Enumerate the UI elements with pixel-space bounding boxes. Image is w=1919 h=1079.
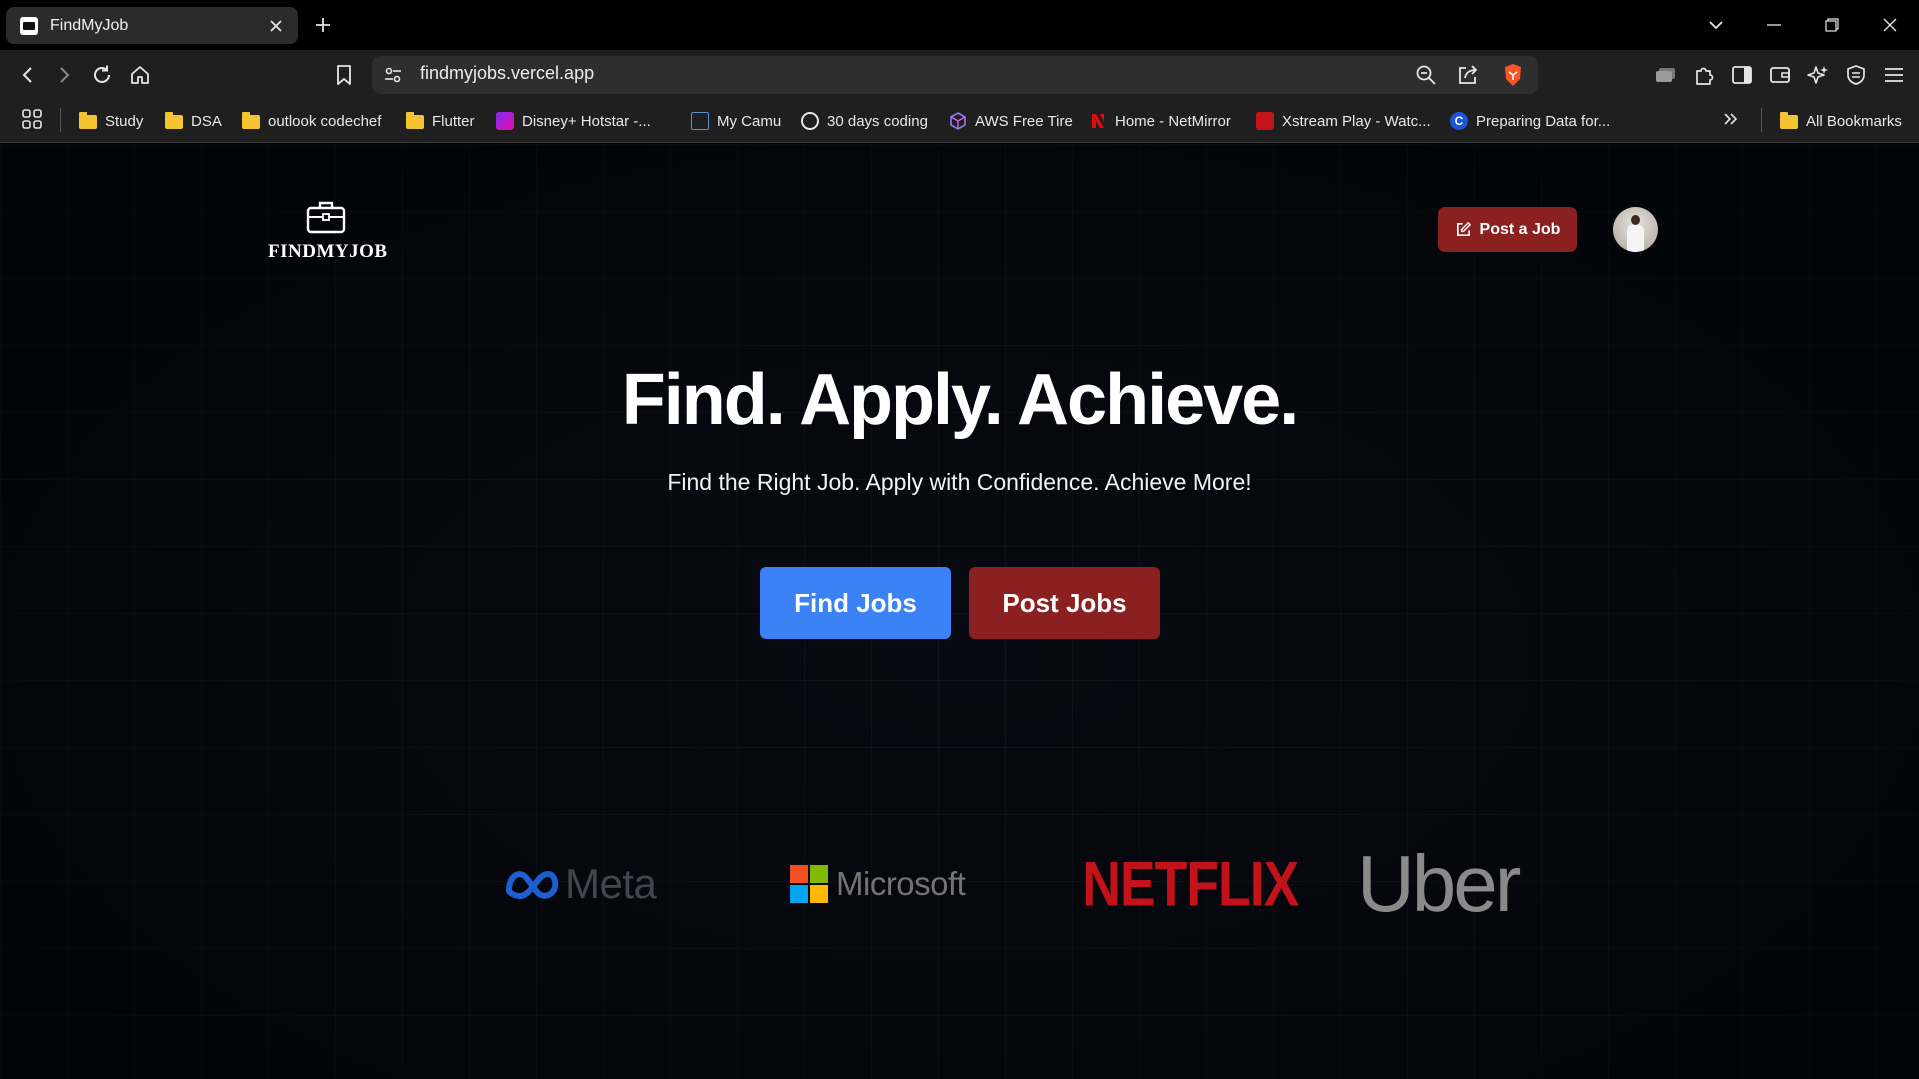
bookmark-outlook-codechef[interactable]: outlook codechef <box>242 108 381 134</box>
bookmark-xstream-play[interactable]: Xstream Play - Watc... <box>1256 108 1431 134</box>
window-controls <box>1687 0 1919 50</box>
leo-ai-icon[interactable] <box>1805 62 1831 88</box>
bookmark-dsa[interactable]: DSA <box>165 108 222 134</box>
hotstar-icon <box>496 112 514 130</box>
bookmark-aws-free-tire[interactable]: AWS Free Tire <box>949 108 1073 134</box>
bookmark-label: 30 days coding <box>827 112 928 130</box>
bookmark-label: AWS Free Tire <box>975 112 1073 130</box>
avatar-head <box>1631 215 1640 225</box>
bookmark-my-camu[interactable]: My Camu <box>691 108 781 134</box>
browser-tab-bar: FindMyJob <box>0 0 1919 50</box>
bookmark-label: DSA <box>191 112 222 130</box>
meta-logo: Meta <box>505 844 657 924</box>
restore-icon[interactable] <box>1803 0 1861 50</box>
microsoft-squares-icon <box>790 865 828 903</box>
netflix-wordmark: NETFLIX <box>1082 848 1299 920</box>
brave-shields-icon[interactable] <box>1500 62 1526 88</box>
meta-wordmark: Meta <box>565 860 657 907</box>
bookmark-icon[interactable] <box>330 61 358 89</box>
bookmark-label: All Bookmarks <box>1806 112 1902 130</box>
bookmark-label: My Camu <box>717 112 782 130</box>
netflix-logo: NETFLIX <box>1073 844 1308 924</box>
folder-icon <box>165 112 183 129</box>
post-a-job-button[interactable]: Post a Job <box>1438 207 1577 252</box>
bookmarks-separator <box>1761 108 1762 132</box>
wallet-cards-icon[interactable] <box>1653 62 1679 88</box>
uber-logo: Uber <box>1357 839 1521 928</box>
share-icon[interactable] <box>1455 62 1481 88</box>
apps-grid-icon[interactable] <box>19 106 45 132</box>
forward-arrow-icon[interactable] <box>50 61 78 89</box>
microsoft-logo: Microsoft <box>790 844 966 924</box>
bookmark-label: Flutter <box>432 112 475 130</box>
page-viewport: FINDMYJOB Post a Job Find. Apply. Achiev… <box>0 144 1919 1079</box>
url-text[interactable]: findmyjobs.vercel.app <box>420 63 594 84</box>
close-window-icon[interactable] <box>1861 0 1919 50</box>
bookmark-label: Disney+ Hotstar -... <box>522 112 651 130</box>
zoom-icon[interactable] <box>1413 62 1439 88</box>
browser-tab[interactable]: FindMyJob <box>6 7 298 44</box>
tab-close-icon[interactable] <box>266 16 286 36</box>
bookmark-study[interactable]: Study <box>79 108 143 134</box>
folder-icon <box>79 112 97 129</box>
tab-title: FindMyJob <box>50 16 129 34</box>
bookmark-netmirror[interactable]: Home - NetMirror <box>1089 108 1231 134</box>
reload-icon[interactable] <box>88 61 116 89</box>
meta-infinity-icon <box>506 871 559 899</box>
uber-wordmark: Uber <box>1357 839 1521 928</box>
bookmark-label: outlook codechef <box>268 112 382 130</box>
user-avatar[interactable] <box>1613 207 1658 252</box>
new-tab-plus-icon[interactable] <box>310 12 336 38</box>
logo-text: FINDMYJOB <box>268 241 388 262</box>
post-a-job-label: Post a Job <box>1479 220 1561 238</box>
bookmark-preparing-data[interactable]: C Preparing Data for... <box>1450 108 1610 134</box>
xstream-icon <box>1256 112 1274 130</box>
briefcase-icon <box>306 201 346 234</box>
sidebar-icon[interactable] <box>1729 62 1755 88</box>
bookmark-label: Study <box>105 112 144 130</box>
all-bookmarks[interactable]: All Bookmarks <box>1780 108 1902 134</box>
edit-icon <box>1456 222 1471 237</box>
bookmark-disney-hotstar[interactable]: Disney+ Hotstar -... <box>496 108 651 134</box>
netmirror-icon <box>1089 112 1107 130</box>
hero-headline: Find. Apply. Achieve. <box>621 360 1299 440</box>
microsoft-wordmark: Microsoft <box>836 865 966 902</box>
tab-search-chevron-down-icon[interactable] <box>1687 0 1745 50</box>
bookmark-label: Home - NetMirror <box>1115 112 1231 130</box>
bookmarks-separator <box>60 108 61 132</box>
site-settings-icon[interactable] <box>380 62 406 88</box>
post-jobs-button[interactable]: Post Jobs <box>969 567 1160 639</box>
folder-icon <box>1780 112 1798 129</box>
hero-subheadline: Find the Right Job. Apply with Confidenc… <box>667 469 1252 495</box>
bookmark-label: Preparing Data for... <box>1476 112 1611 130</box>
folder-icon <box>406 112 424 129</box>
camu-icon <box>691 112 709 130</box>
bookmark-flutter[interactable]: Flutter <box>406 108 475 134</box>
globe-icon <box>801 112 819 130</box>
back-arrow-icon[interactable] <box>14 61 42 89</box>
aws-cube-icon <box>949 112 967 130</box>
folder-icon <box>242 112 260 129</box>
extensions-puzzle-icon[interactable] <box>1691 62 1717 88</box>
menu-hamburger-icon[interactable] <box>1881 62 1907 88</box>
bookmark-30-days-coding[interactable]: 30 days coding <box>801 108 928 134</box>
avatar-body <box>1627 225 1644 252</box>
bookmark-label: Xstream Play - Watc... <box>1282 112 1431 130</box>
find-jobs-button[interactable]: Find Jobs <box>760 567 951 639</box>
findmyjob-logo[interactable]: FINDMYJOB <box>268 200 388 263</box>
vpn-shield-icon[interactable] <box>1843 62 1869 88</box>
c-icon: C <box>1450 112 1468 130</box>
findmyjob-favicon-icon <box>20 16 38 35</box>
wallet-icon[interactable] <box>1767 62 1793 88</box>
more-bookmarks-chevron-icon[interactable] <box>1718 106 1744 132</box>
minimize-icon[interactable] <box>1745 0 1803 50</box>
home-icon[interactable] <box>126 61 154 89</box>
